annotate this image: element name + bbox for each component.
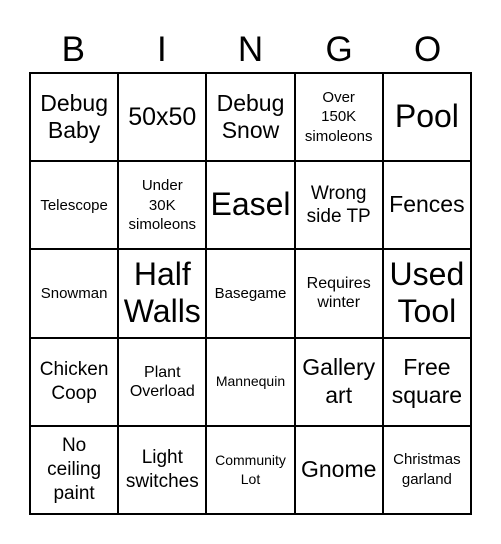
bingo-board: Debug Baby 50x50 Debug Snow Over 150K si… [29, 72, 472, 515]
cell-text: Under 30K simoleons [128, 177, 197, 234]
cell-text: Christmas garland [393, 451, 461, 488]
cell-text: Light switches [125, 447, 199, 492]
bingo-cell[interactable]: 50x50 [118, 73, 207, 162]
bingo-cell[interactable]: Over 150K simoleons [294, 73, 383, 162]
header-letter-b: B [61, 30, 85, 69]
bingo-cell[interactable]: Debug Snow [206, 73, 295, 162]
cell-text: Community Lot [215, 452, 286, 487]
cell-text: Mannequin [215, 373, 286, 390]
bingo-cell[interactable]: Wrong side TP [294, 161, 383, 250]
cell-text: Debug Baby [40, 89, 108, 144]
cell-text: Fences [389, 191, 465, 218]
cell-text: Pool [394, 98, 459, 135]
cell-text: No ceiling paint [47, 435, 102, 504]
cell-text: Half Walls [123, 255, 201, 330]
bingo-cell[interactable]: Christmas garland [382, 425, 471, 514]
bingo-cell[interactable]: Telescope [30, 161, 119, 250]
cell-text: Easel [210, 186, 291, 223]
bingo-cell[interactable]: Easel [206, 161, 295, 250]
cell-text: Wrong side TP [306, 182, 371, 228]
header-letter-g: G [325, 30, 353, 69]
bingo-cell[interactable]: Used Tool [382, 249, 471, 338]
bingo-cell[interactable]: Fences [382, 161, 471, 250]
bingo-cell[interactable]: Pool [382, 73, 471, 162]
cell-text: Snowman [40, 284, 108, 302]
cell-text: Telescope [40, 196, 108, 214]
cell-text: Used Tool [389, 255, 465, 330]
cell-text: Plant Overload [129, 363, 195, 400]
bingo-cell[interactable]: Under 30K simoleons [118, 161, 207, 250]
bingo-cell[interactable]: Gnome [294, 425, 383, 514]
cell-text: Basegame [214, 284, 287, 302]
cell-text: 50x50 [128, 103, 197, 132]
bingo-cell[interactable]: Basegame [206, 249, 295, 338]
cell-text: Requires winter [306, 275, 371, 312]
bingo-cell[interactable]: Half Walls [118, 249, 207, 338]
bingo-header: B I N G O [29, 28, 472, 72]
bingo-cell[interactable]: Plant Overload [118, 337, 207, 426]
bingo-cell[interactable]: No ceiling paint [30, 425, 119, 514]
bingo-cell[interactable]: Light switches [118, 425, 207, 514]
cell-text: Gnome [300, 456, 377, 483]
bingo-cell free-square[interactable]: Free square [382, 337, 471, 426]
bingo-cell[interactable]: Mannequin [206, 337, 295, 426]
bingo-cell[interactable]: Community Lot [206, 425, 295, 514]
header-letter-n: N [237, 30, 264, 69]
bingo-cell[interactable]: Requires winter [294, 249, 383, 338]
bingo-cell[interactable]: Snowman [30, 249, 119, 338]
cell-text: Gallery art [302, 354, 376, 408]
bingo-cell[interactable]: Debug Baby [30, 73, 119, 162]
header-letter-o: O [414, 30, 442, 69]
bingo-cell[interactable]: Chicken Coop [30, 337, 119, 426]
bingo-cell[interactable]: Gallery art [294, 337, 383, 426]
cell-text: Free square [391, 354, 463, 408]
cell-text: Debug Snow [216, 89, 285, 144]
cell-text: Chicken Coop [39, 358, 109, 404]
header-letter-i: I [157, 30, 167, 69]
cell-text: Over 150K simoleons [304, 88, 373, 145]
